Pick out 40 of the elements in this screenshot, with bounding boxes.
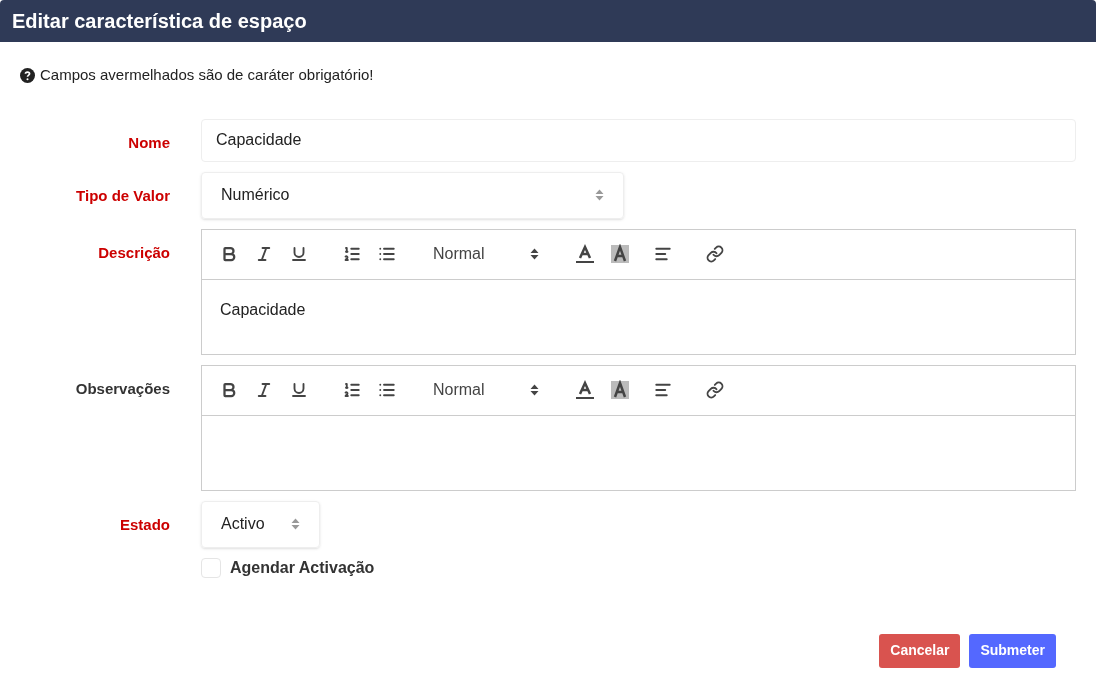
numbered-list-icon[interactable]	[343, 245, 361, 263]
field-label: Nome	[128, 132, 170, 153]
updown-icon	[530, 248, 539, 260]
highlight-icon[interactable]	[610, 244, 630, 264]
bullet-list-icon[interactable]	[378, 381, 396, 399]
align-icon[interactable]	[654, 381, 672, 399]
text-color-icon[interactable]	[575, 380, 595, 400]
editor-text: Capacidade	[220, 300, 306, 318]
field-label: Descrição	[98, 242, 170, 263]
highlight-icon[interactable]	[610, 380, 630, 400]
bold-icon[interactable]	[220, 381, 238, 399]
checkbox-label: Agendar Activação	[230, 557, 375, 578]
select-field[interactable]: Numérico	[201, 171, 624, 219]
align-icon[interactable]	[654, 245, 672, 263]
field-label: Estado	[120, 514, 170, 535]
underline-icon[interactable]	[290, 381, 308, 399]
text-field[interactable]: Capacidade	[201, 118, 1076, 162]
numbered-list-icon[interactable]	[343, 381, 361, 399]
updown-icon	[595, 189, 604, 201]
updown-icon	[291, 518, 300, 530]
bullet-list-icon[interactable]	[378, 245, 396, 263]
cancel-button[interactable]: Cancelar	[879, 633, 961, 668]
checkbox[interactable]	[201, 557, 221, 578]
field-label: Observações	[75, 378, 170, 399]
bold-icon[interactable]	[220, 245, 238, 263]
required-notice: Campos avermelhados são de caráter obrigatório!	[40, 65, 374, 85]
text-color-icon[interactable]	[575, 244, 595, 264]
updown-icon	[530, 384, 539, 396]
select-field[interactable]: Activo	[201, 500, 320, 548]
format-dropdown[interactable]: Normal	[433, 378, 539, 402]
window-title: Editar característica de espaço	[12, 9, 307, 34]
format-dropdown[interactable]: Normal	[433, 242, 539, 266]
help-icon	[20, 67, 35, 83]
submit-button[interactable]: Submeter	[969, 633, 1056, 668]
link-icon[interactable]	[706, 381, 724, 399]
underline-icon[interactable]	[290, 245, 308, 263]
link-icon[interactable]	[706, 245, 724, 263]
italic-icon[interactable]	[255, 381, 273, 399]
italic-icon[interactable]	[255, 245, 273, 263]
field-label: Tipo de Valor	[76, 185, 170, 206]
